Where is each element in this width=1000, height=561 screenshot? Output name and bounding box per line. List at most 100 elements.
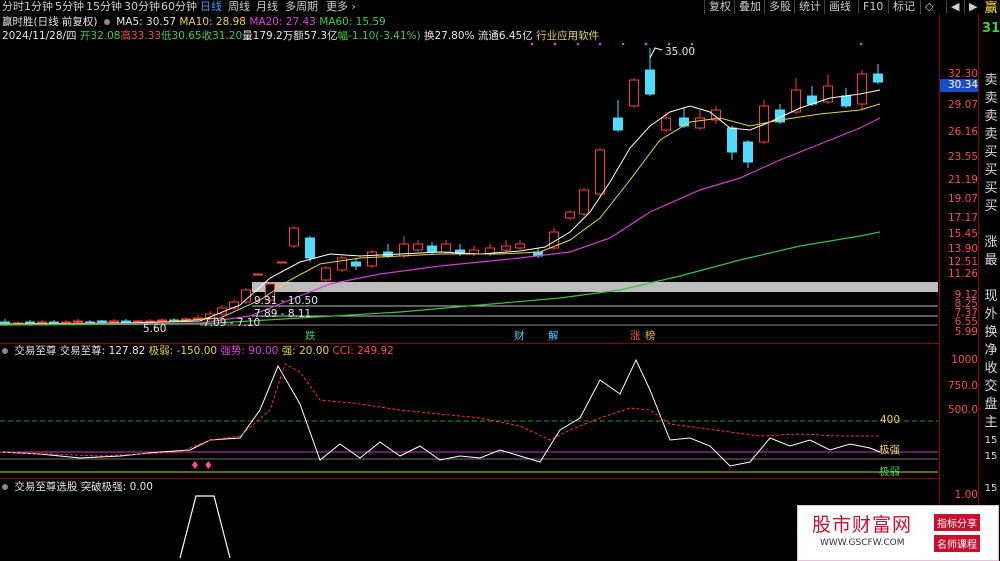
candle-body [727,127,737,153]
event-tag-cai[interactable]: 财 [514,330,525,343]
candle-body [515,243,525,249]
site-watermark-logo: 股市财富网 WWW.GSCFW.COM 指标分享 名师课程 [797,505,999,561]
ind1-axis-tick: 500.0 [947,404,978,416]
price-tick: 29.07 [947,99,978,111]
ind1-line-label-400: 400 [880,414,901,426]
candle-body [743,141,753,163]
price-tick: 5.99 [954,326,978,338]
range-label-3: 7.09 - 7.10 [203,317,261,329]
side-label: 最 [984,253,998,268]
side-label: 买 [984,163,998,178]
side-misc: 15 [984,483,998,494]
candle-body [321,267,331,281]
candle-body [277,261,287,264]
indicator-settings-icon[interactable] [2,348,8,354]
ind1-axis-tick: 750.0 [947,380,978,392]
indicator2-value: 突破极强: 0.00 [80,481,153,493]
indicator2-settings-icon[interactable] [2,484,8,490]
side-label: 换 [984,325,998,340]
candle-body [695,117,705,129]
side-label: 主 [984,415,998,430]
candle-body [253,273,263,276]
ind1-label-weak: 极弱 [879,466,900,478]
price-tick: 13.90 [947,243,978,255]
event-tag-die[interactable]: 跌 [305,330,316,343]
candle-body [441,243,451,253]
indicator1-jiruo: 极弱: -150.00 [148,345,218,357]
main-chart-svg [0,14,979,561]
candle-body [37,321,47,324]
candle-body [679,117,689,127]
price-tick: 21.19 [947,174,978,186]
side-label: 盘 [984,397,998,412]
side-label: 卖 [984,127,998,142]
ma60-line [0,231,881,326]
price-tick: 15.45 [947,228,978,240]
indicator-panel-1-lines [0,358,881,467]
event-tag-jie[interactable]: 解 [548,330,559,343]
price-tick: 23.55 [947,151,978,163]
side-label: 买 [984,145,998,160]
side-label: 外 [984,307,998,322]
price-tick: 17.17 [947,212,978,224]
price-tick: 12.51 [947,256,978,268]
indicator1-cci: CCI: 249.92 [332,345,394,357]
signal-dots [530,42,863,46]
side-label: 31 [982,21,1000,36]
indicator2-title[interactable]: 交易至尊选股 [14,481,77,493]
side-misc: 15 [984,451,998,462]
promo-url: WWW.GSCFW.COM [820,538,905,548]
candle-body [579,189,589,215]
event-tag-bang[interactable]: 榜 [645,330,656,343]
high-marker [649,47,663,59]
ind1-label-strong: 极强 [879,444,900,456]
diamond-signal-icon: ♦ ♦ [190,459,214,472]
candle-body [613,117,623,131]
price-tick-current: 30.34 [947,79,978,91]
indicator1-qiangshi: 强势: 90.00 [220,345,279,357]
candle-body [351,261,361,267]
promo-title: 股市财富网 [812,514,913,536]
resistance-band [252,282,938,292]
candle-body [873,73,883,83]
candle-body [661,117,671,131]
candle-body [857,73,867,105]
candle-body [73,320,83,323]
candle-body [565,211,575,219]
candle-body [629,79,639,107]
candle-body [645,69,655,95]
candle-body [413,243,423,251]
candle-body [97,320,107,323]
breakout-signal-line [179,495,231,559]
ind2-axis-tick: 1.00 [954,489,978,501]
candle-body [427,245,437,253]
indicator-white-line [0,358,881,467]
candle-body [595,149,605,195]
candle-body [289,227,299,247]
indicator1-title[interactable]: 交易至尊 [14,345,56,357]
side-label: 现 [984,289,998,304]
candle-body [133,320,143,323]
price-tick: 19.07 [947,193,978,205]
side-label: 卖 [984,109,998,124]
side-label: 买 [984,199,998,214]
promo-tag-1: 指标分享 [934,514,980,531]
side-label: 收 [984,361,998,376]
indicator1-value: 交易至尊: 127.82 [59,345,146,357]
candle-body [157,319,167,322]
ind1-axis-tick: 1000 [951,354,978,366]
candle-body [305,237,315,259]
candle-body [49,321,59,324]
side-label: 净 [984,343,998,358]
price-tick: 26.16 [947,126,978,138]
high-label: 35.00 [665,46,696,58]
candle-body [367,251,377,267]
candle-body [109,320,119,323]
event-tag-zhang[interactable]: 涨 [630,330,641,343]
candle-body [841,95,851,107]
side-label: 交 [984,379,998,394]
candle-body [501,245,511,251]
candle-body [61,321,71,324]
candle-body [121,320,131,323]
indicator1-qiang: 强: 20.00 [281,345,330,357]
